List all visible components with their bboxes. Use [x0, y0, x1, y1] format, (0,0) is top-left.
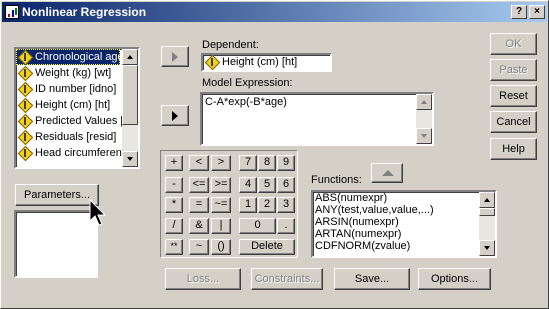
scale-variable-icon	[19, 131, 31, 143]
save-button[interactable]: Save...	[334, 268, 410, 290]
key-0[interactable]: 0	[239, 218, 276, 234]
window-title: Nonlinear Regression	[22, 5, 147, 19]
key-8[interactable]: 8	[258, 155, 276, 171]
key-3[interactable]: 3	[277, 197, 295, 213]
key-1[interactable]: 1	[239, 197, 257, 213]
functions-scrollbar[interactable]	[479, 192, 495, 256]
dependent-field[interactable]: Height (cm) [ht]	[201, 53, 332, 72]
scale-variable-icon	[19, 83, 31, 95]
key-plus[interactable]: +	[165, 155, 183, 171]
scroll-down-arrow-icon[interactable]	[122, 151, 138, 167]
model-expression-scrollbar[interactable]	[416, 94, 432, 144]
spss-chart-icon	[5, 5, 19, 19]
variable-label: Height (cm) [ht]	[35, 99, 111, 111]
function-item[interactable]: CDFNORM(zvalue)	[313, 240, 495, 252]
key-2[interactable]: 2	[258, 197, 276, 213]
parameters-list[interactable]	[14, 210, 98, 278]
key-less-than[interactable]: <	[189, 155, 209, 171]
function-item[interactable]: ARSIN(numexpr)	[313, 216, 495, 228]
variable-item[interactable]: ID number [idno]	[16, 81, 138, 97]
variable-item[interactable]: Chronological age	[16, 49, 124, 65]
variable-label: ID number [idno]	[35, 83, 117, 95]
variable-item[interactable]: Predicted Values [	[16, 113, 138, 129]
model-expression-label: Model Expression:	[202, 77, 293, 89]
options-button[interactable]: Options...	[418, 268, 491, 290]
key-not[interactable]: ~	[189, 239, 209, 255]
function-item[interactable]: ARTAN(numexpr)	[313, 228, 495, 240]
scale-variable-icon	[19, 147, 31, 159]
variable-item[interactable]: Head circumferen	[16, 145, 138, 161]
paste-function-button[interactable]	[371, 163, 403, 183]
variable-list-scrollbar[interactable]	[122, 49, 138, 167]
parameters-button[interactable]: Parameters...	[15, 184, 99, 206]
functions-label: Functions:	[311, 174, 362, 186]
key-9[interactable]: 9	[277, 155, 295, 171]
ok-button[interactable]: OK	[490, 33, 537, 55]
function-item[interactable]: ABS(numexpr)	[313, 192, 495, 204]
function-item[interactable]: ANY(test,value,value,...)	[313, 204, 495, 216]
variable-label: Chronological age	[35, 51, 124, 63]
variable-item[interactable]: Residuals [resid]	[16, 129, 138, 145]
scroll-up-arrow-icon[interactable]	[416, 94, 432, 110]
title-help-button[interactable]: ?	[511, 5, 527, 19]
key-delete[interactable]: Delete	[239, 239, 295, 255]
variable-label: Head circumferen	[35, 147, 122, 159]
title-bar: Nonlinear Regression ? ×	[2, 2, 547, 22]
variable-item[interactable]: Weight (kg) [wt]	[16, 65, 138, 81]
variable-label: Residuals [resid]	[35, 131, 117, 143]
help-button[interactable]: Help	[490, 138, 537, 160]
key-not-equal[interactable]: ~=	[211, 197, 231, 213]
key-less-equal[interactable]: <=	[189, 177, 209, 193]
key-4[interactable]: 4	[239, 177, 257, 193]
key-divide[interactable]: /	[165, 218, 183, 234]
key-and[interactable]: &	[189, 218, 209, 234]
variable-label: Predicted Values [	[35, 115, 124, 127]
key-parentheses[interactable]: ()	[211, 239, 231, 255]
dependent-value: Height (cm) [ht]	[222, 56, 298, 68]
key-minus[interactable]: -	[165, 177, 183, 193]
calculator-keypad: + < > 7 8 9 - <= >= 4 5 6 * = ~= 1 2 3 /…	[160, 150, 298, 258]
scale-variable-icon	[19, 51, 31, 63]
key-equal[interactable]: =	[189, 197, 209, 213]
key-greater-than[interactable]: >	[211, 155, 231, 171]
mouse-pointer-icon	[89, 199, 107, 226]
variable-label: Weight (kg) [wt]	[35, 67, 112, 79]
key-7[interactable]: 7	[239, 155, 257, 171]
scroll-thumb[interactable]	[122, 65, 138, 125]
cancel-button[interactable]: Cancel	[490, 111, 537, 133]
variable-item[interactable]: Height (cm) [ht]	[16, 97, 138, 113]
scroll-down-arrow-icon[interactable]	[416, 128, 432, 144]
key-5[interactable]: 5	[258, 177, 276, 193]
scale-variable-icon	[19, 115, 31, 127]
move-to-dependent-button[interactable]	[161, 46, 189, 67]
scroll-up-arrow-icon[interactable]	[479, 192, 495, 208]
functions-list[interactable]: ABS(numexpr) ANY(test,value,value,...) A…	[311, 190, 497, 258]
constraints-button[interactable]: Constraints...	[251, 268, 323, 290]
scroll-down-arrow-icon[interactable]	[479, 240, 495, 256]
scale-variable-icon	[19, 99, 31, 111]
model-expression-field[interactable]: C-A*exp(-B*age)	[200, 92, 434, 146]
nonlinear-regression-dialog: Nonlinear Regression ? × Chronological a…	[0, 0, 549, 309]
scale-variable-icon	[206, 56, 218, 68]
reset-button[interactable]: Reset	[490, 85, 537, 107]
key-greater-equal[interactable]: >=	[211, 177, 231, 193]
move-to-model-button[interactable]	[161, 105, 189, 126]
key-6[interactable]: 6	[277, 177, 295, 193]
scale-variable-icon	[19, 67, 31, 79]
key-power[interactable]: **	[165, 239, 183, 255]
paste-button[interactable]: Paste	[490, 59, 537, 81]
scroll-up-arrow-icon[interactable]	[122, 49, 138, 65]
model-expression-text: C-A*exp(-B*age)	[205, 96, 287, 108]
key-or[interactable]: |	[211, 218, 231, 234]
scroll-thumb[interactable]	[479, 208, 495, 216]
title-close-button[interactable]: ×	[529, 5, 545, 19]
dependent-label: Dependent:	[202, 39, 259, 51]
loss-button[interactable]: Loss...	[165, 268, 241, 290]
key-decimal[interactable]: .	[277, 218, 295, 234]
key-multiply[interactable]: *	[165, 197, 183, 213]
